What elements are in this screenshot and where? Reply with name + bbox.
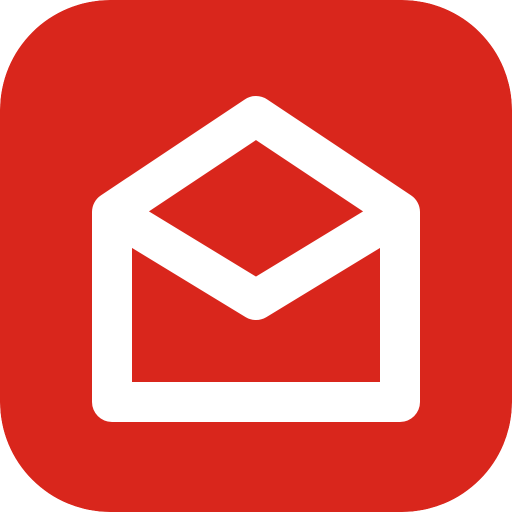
app-icon[interactable] [0, 0, 512, 512]
open-envelope-icon [0, 0, 512, 512]
icon-background [0, 0, 512, 512]
